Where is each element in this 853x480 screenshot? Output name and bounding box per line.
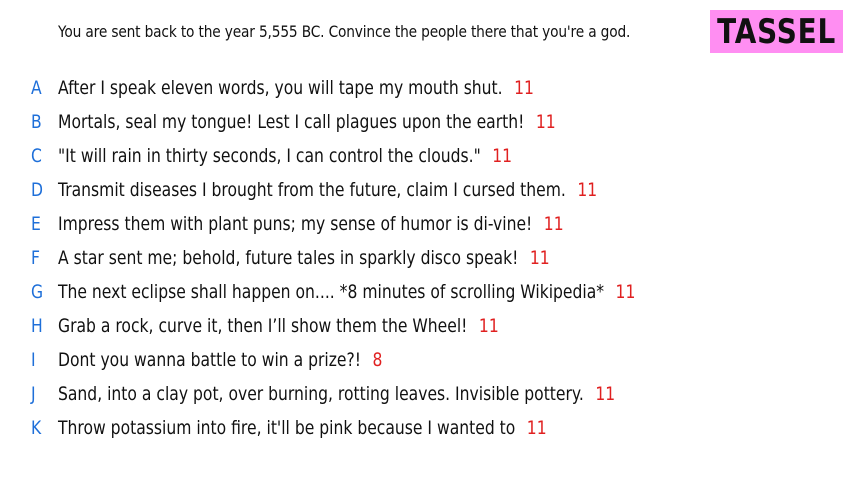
- answer-letter: D: [31, 179, 44, 201]
- answer-text: Throw potassium into fire, it'll be pink…: [58, 417, 516, 439]
- answer-text: Mortals, seal my tongue! Lest I call pla…: [58, 111, 525, 133]
- answer-row-i: I Dont you wanna battle to win a prize?!…: [0, 343, 853, 377]
- answer-row-e: E Impress them with plant puns; my sense…: [0, 207, 853, 241]
- answer-text: Impress them with plant puns; my sense o…: [58, 213, 533, 235]
- word-count: 11: [529, 247, 550, 269]
- answer-letter: F: [31, 247, 40, 269]
- player-name-label: TASSEL: [716, 11, 837, 52]
- answer-text: Grab a rock, curve it, then I’ll show th…: [58, 315, 468, 337]
- answer-letter: C: [31, 145, 42, 167]
- answer-text: The next eclipse shall happen on.... *8 …: [58, 281, 605, 303]
- word-count: 11: [535, 111, 556, 133]
- answer-line: The next eclipse shall happen on.... *8 …: [58, 281, 635, 303]
- answer-line: Transmit diseases I brought from the fut…: [58, 179, 597, 201]
- answer-text: "It will rain in thirty seconds, I can c…: [58, 145, 481, 167]
- word-count: 8: [372, 349, 383, 371]
- answer-row-k: K Throw potassium into fire, it'll be pi…: [0, 411, 853, 445]
- answer-text: A star sent me; behold, future tales in …: [58, 247, 519, 269]
- answer-row-d: D Transmit diseases I brought from the f…: [0, 173, 853, 207]
- answer-text: Dont you wanna battle to win a prize?!: [58, 349, 362, 371]
- answer-row-h: H Grab a rock, curve it, then I’ll show …: [0, 309, 853, 343]
- word-count: 11: [526, 417, 547, 439]
- word-count: 11: [543, 213, 564, 235]
- word-count: 11: [514, 77, 534, 99]
- word-count: 11: [595, 383, 616, 405]
- answer-row-j: J Sand, into a clay pot, over burning, r…: [0, 377, 853, 411]
- word-count: 11: [492, 145, 513, 167]
- answer-text: Sand, into a clay pot, over burning, rot…: [58, 383, 584, 405]
- answer-letter: E: [31, 213, 41, 235]
- answer-line: "It will rain in thirty seconds, I can c…: [58, 145, 512, 167]
- prompt-text: You are sent back to the year 5,555 BC. …: [58, 22, 631, 41]
- word-count: 11: [478, 315, 499, 337]
- answer-row-b: B Mortals, seal my tongue! Lest I call p…: [0, 105, 853, 139]
- answer-line: Grab a rock, curve it, then I’ll show th…: [58, 315, 499, 337]
- answer-letter: H: [31, 315, 43, 337]
- answer-line: Impress them with plant puns; my sense o…: [58, 213, 564, 235]
- answer-letter: I: [31, 349, 36, 371]
- word-count: 11: [577, 179, 598, 201]
- player-name-badge: TASSEL: [710, 10, 843, 53]
- answer-row-c: C "It will rain in thirty seconds, I can…: [0, 139, 853, 173]
- answer-row-g: G The next eclipse shall happen on.... *…: [0, 275, 853, 309]
- answer-row-f: F A star sent me; behold, future tales i…: [0, 241, 853, 275]
- answer-letter: A: [31, 77, 42, 99]
- answer-list: A After I speak eleven words, you will t…: [0, 71, 853, 445]
- answer-text: Transmit diseases I brought from the fut…: [58, 179, 566, 201]
- answer-line: Throw potassium into fire, it'll be pink…: [58, 417, 547, 439]
- answer-line: Dont you wanna battle to win a prize?! 8: [58, 349, 382, 371]
- answer-letter: J: [31, 383, 36, 405]
- answer-line: Mortals, seal my tongue! Lest I call pla…: [58, 111, 556, 133]
- answer-line: A star sent me; behold, future tales in …: [58, 247, 550, 269]
- answer-letter: B: [31, 111, 42, 133]
- word-count: 11: [615, 281, 636, 303]
- answer-line: Sand, into a clay pot, over burning, rot…: [58, 383, 615, 405]
- answer-line: After I speak eleven words, you will tap…: [58, 77, 534, 99]
- answer-letter: K: [31, 417, 42, 439]
- answer-text: After I speak eleven words, you will tap…: [58, 77, 503, 99]
- answer-letter: G: [31, 281, 44, 303]
- answer-row-a: A After I speak eleven words, you will t…: [0, 71, 853, 105]
